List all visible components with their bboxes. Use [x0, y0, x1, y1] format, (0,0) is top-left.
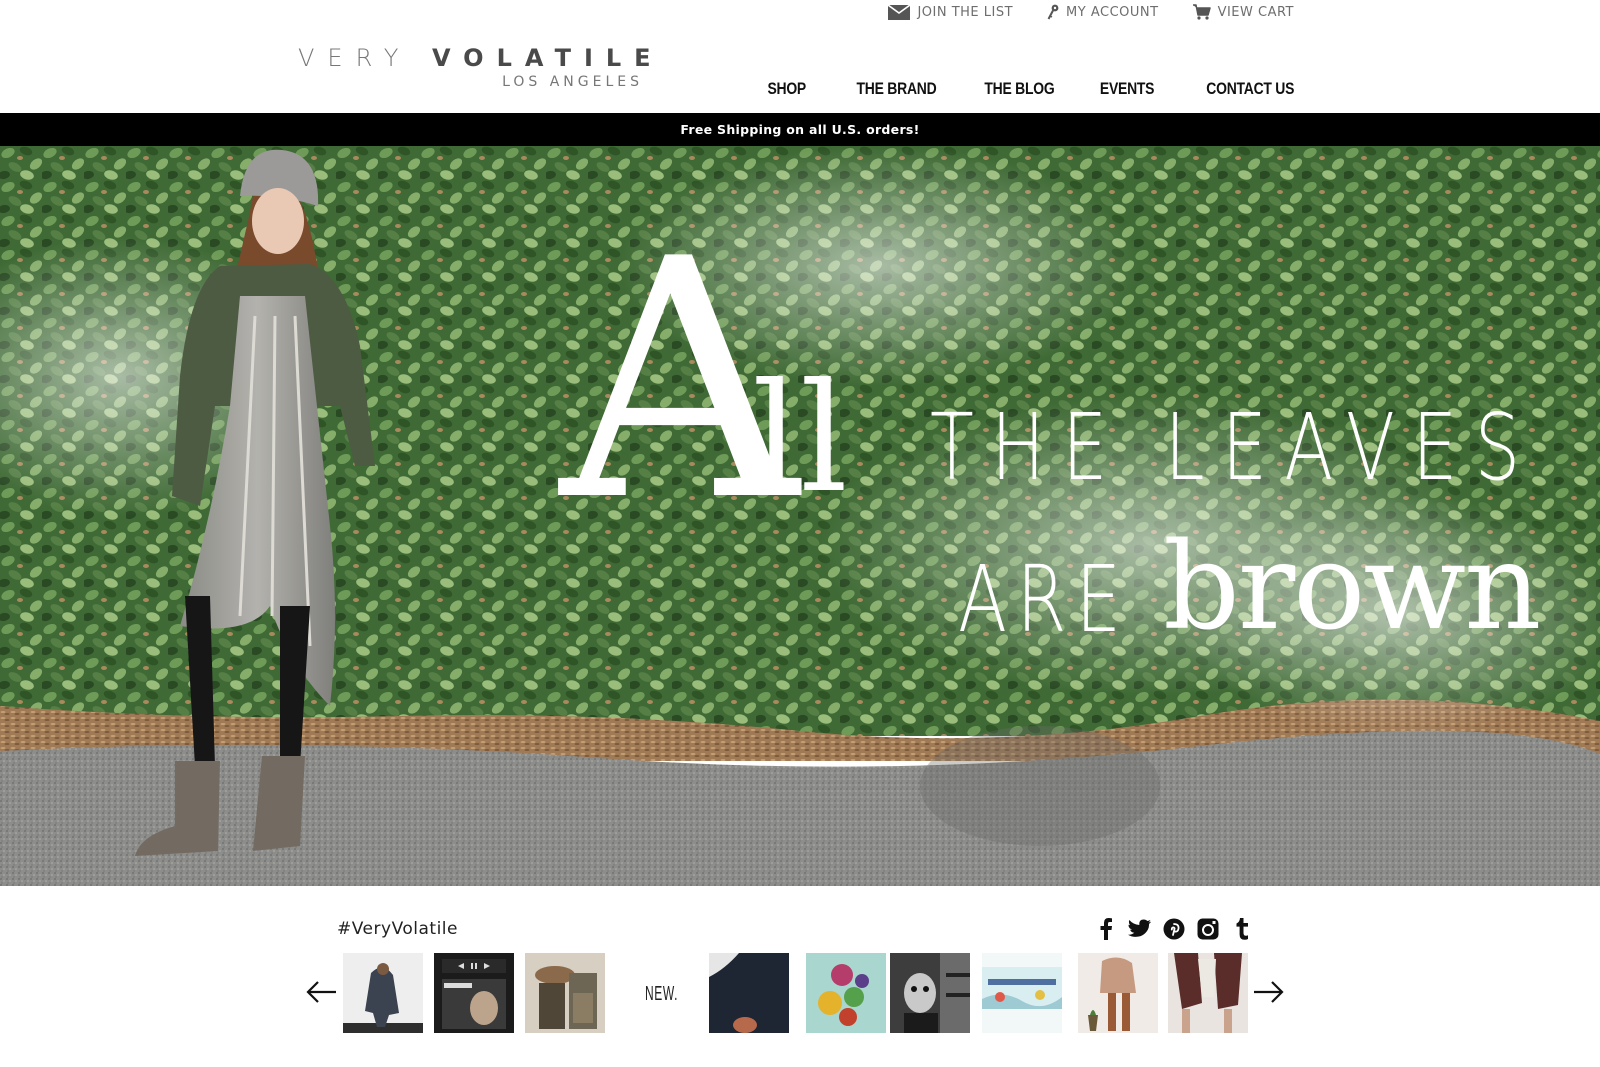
view-cart-link[interactable]: VIEW CART	[1192, 4, 1294, 20]
nav-shop[interactable]: SHOP	[767, 79, 806, 99]
pinterest-icon[interactable]	[1162, 917, 1186, 941]
instagram-thumbnail[interactable]	[434, 953, 514, 1033]
instagram-thumbnail[interactable]	[890, 953, 970, 1033]
promo-banner: Free Shipping on all U.S. orders!	[0, 113, 1600, 146]
logo-subtitle: LOS ANGELES	[502, 74, 643, 90]
instagram-thumbnail[interactable]	[709, 953, 789, 1033]
main-nav: SHOP THE BRAND THE BLOG EVENTS CONTACT U…	[759, 79, 1294, 99]
instagram-thumbnail[interactable]	[525, 953, 605, 1033]
nav-the-brand[interactable]: THE BRAND	[856, 79, 936, 99]
nav-events[interactable]: EVENTS	[1100, 79, 1155, 99]
my-account-label: MY ACCOUNT	[1066, 4, 1159, 20]
tumblr-icon[interactable]	[1230, 917, 1254, 941]
logo-wordmark: VERY VOLATILE	[298, 44, 651, 72]
hero-background-image	[0, 146, 1600, 886]
instagram-thumbnail[interactable]	[1168, 953, 1248, 1033]
logo-word-very: VERY	[298, 44, 412, 72]
join-list-label: JOIN THE LIST	[917, 4, 1014, 20]
carousel-next-arrow-icon[interactable]	[1254, 980, 1284, 1004]
utility-nav: JOIN THE LIST MY ACCOUNT VIEW CART	[888, 4, 1294, 20]
instagram-thumbnail[interactable]	[982, 953, 1062, 1033]
new-label: NEW.	[645, 983, 679, 1005]
nav-the-blog[interactable]: THE BLOG	[985, 79, 1055, 99]
twitter-icon[interactable]	[1128, 917, 1152, 941]
envelope-icon	[888, 4, 911, 20]
my-account-link[interactable]: MY ACCOUNT	[1047, 4, 1159, 20]
logo-word-volatile: VOLATILE	[432, 44, 664, 72]
nav-contact-us[interactable]: CONTACT US	[1206, 79, 1294, 99]
key-icon	[1047, 4, 1059, 20]
social-links	[1094, 917, 1254, 941]
brand-logo[interactable]: VERY VOLATILE LOS ANGELES	[298, 44, 651, 90]
instagram-hashtag[interactable]: #VeryVolatile	[337, 919, 458, 939]
join-list-link[interactable]: JOIN THE LIST	[888, 4, 1014, 20]
instagram-icon[interactable]	[1196, 917, 1220, 941]
carousel-prev-arrow-icon[interactable]	[306, 980, 336, 1004]
cart-icon	[1192, 4, 1211, 20]
instagram-thumbnail[interactable]	[1078, 953, 1158, 1033]
promo-text: Free Shipping on all U.S. orders!	[680, 122, 920, 137]
facebook-icon[interactable]	[1094, 917, 1118, 941]
instagram-thumbnail[interactable]	[343, 953, 423, 1033]
instagram-thumbnail[interactable]	[806, 953, 886, 1033]
hero-banner[interactable]: A ll THE LEAVES ARE brown	[0, 146, 1600, 886]
site-header: JOIN THE LIST MY ACCOUNT VIEW CART VERY …	[0, 0, 1600, 113]
view-cart-label: VIEW CART	[1217, 4, 1294, 20]
